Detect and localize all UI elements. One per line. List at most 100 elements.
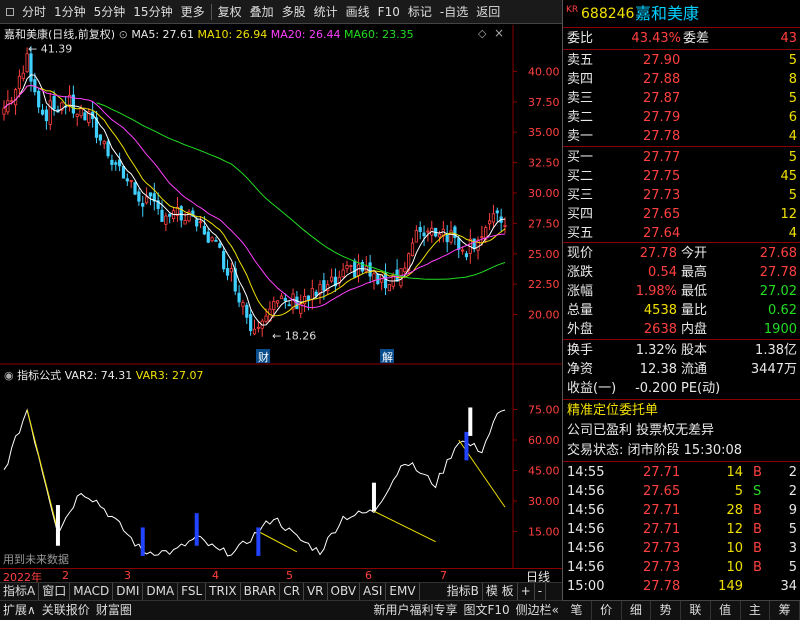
sidebar-toggle-button[interactable]: 侧边栏« xyxy=(513,601,562,620)
status-bar: 扩展∧ 关联报价 财富圈 新用户福利专享 图文F10 侧边栏« xyxy=(0,600,562,620)
f10-button[interactable]: F10 xyxy=(374,0,404,24)
stat-label: 内盘 xyxy=(681,322,708,337)
tab-brar[interactable]: BRAR xyxy=(241,583,281,600)
quote-tab[interactable]: 笔 xyxy=(562,601,592,620)
month-label: 5 xyxy=(286,569,293,582)
remove-watchlist-button[interactable]: -自选 xyxy=(436,0,472,24)
settings-circle-icon[interactable]: ⊙ xyxy=(119,28,128,41)
wealth-circle-button[interactable]: 财富圈 xyxy=(93,601,135,620)
expand-button[interactable]: 扩展∧ xyxy=(0,601,39,620)
tick-row: 14:56 27.65 5 S 2 xyxy=(563,482,800,501)
bid-row: 买五 27.64 4 xyxy=(563,224,800,243)
draw-line-button[interactable]: 画线 xyxy=(342,0,374,24)
multi-stock-button[interactable]: 多股 xyxy=(278,0,310,24)
diamond-icon[interactable]: ◇ xyxy=(478,27,486,40)
quote-tab[interactable]: 价 xyxy=(592,601,622,620)
quote-tab[interactable]: 筹 xyxy=(770,601,800,620)
tick-volume: 10 xyxy=(726,541,743,556)
tab-macd[interactable]: MACD xyxy=(70,583,114,600)
tab-trix[interactable]: TRIX xyxy=(206,583,241,600)
candle-body xyxy=(310,288,314,300)
stat-label: 最高 xyxy=(681,265,708,280)
tab-dmi[interactable]: DMI xyxy=(113,583,144,600)
candle-body xyxy=(302,295,307,305)
ask-row: 卖五 27.90 5 xyxy=(563,51,800,70)
stat-label: 今开 xyxy=(681,246,708,261)
mark-button[interactable]: 标记 xyxy=(404,0,436,24)
tab-dma[interactable]: DMA xyxy=(143,583,179,600)
close-icon[interactable]: × xyxy=(494,26,504,40)
back-button[interactable]: 返回 xyxy=(472,0,504,24)
candle-body xyxy=(464,253,469,258)
candle-body xyxy=(40,109,45,115)
overlay-button[interactable]: 叠加 xyxy=(246,0,278,24)
candle-body xyxy=(457,238,461,250)
tab-vr[interactable]: VR xyxy=(304,583,328,600)
candle-body xyxy=(10,100,14,103)
market-badge: KR xyxy=(566,5,579,15)
indicator-chart[interactable]: 75.00 60.00 45.00 30.00 15.00 xyxy=(0,365,562,568)
price-tick-label: 27.50 xyxy=(528,217,560,230)
bid-price: 27.64 xyxy=(643,226,681,241)
fund-label: 换手 xyxy=(567,343,594,358)
quote-tab[interactable]: 值 xyxy=(711,601,741,620)
tab-template[interactable]: 模 板 xyxy=(483,583,518,600)
stat-value: 27.78 xyxy=(759,265,797,280)
bid-price: 27.65 xyxy=(643,207,681,222)
quote-tab[interactable]: 主 xyxy=(741,601,771,620)
tab-fsl[interactable]: FSL xyxy=(178,583,207,600)
tab-window[interactable]: 窗口 xyxy=(39,583,71,600)
var3-label: VAR3: 27.07 xyxy=(135,369,204,382)
indicator-menu-icon[interactable]: ◉ xyxy=(4,369,14,382)
stat-row: 涨幅 1.98% 最低 27.02 xyxy=(563,282,800,301)
candle-body xyxy=(168,213,172,217)
tab-cr[interactable]: CR xyxy=(280,583,304,600)
add-button[interactable]: + xyxy=(518,583,535,600)
tick-time: 14:56 xyxy=(567,522,605,537)
quote-tab[interactable]: 势 xyxy=(651,601,681,620)
fund-label: PE(动) xyxy=(681,381,721,396)
candle-body xyxy=(210,237,214,242)
candle-body xyxy=(141,202,145,207)
candle-body xyxy=(249,314,253,332)
quote-tab[interactable]: 联 xyxy=(681,601,711,620)
tick-side: B xyxy=(753,541,762,556)
tab-indicator-b[interactable]: 指标B xyxy=(444,583,483,600)
promo-banner[interactable]: 精准定位委托单 xyxy=(563,401,800,420)
tick-count: 34 xyxy=(780,579,797,594)
remove-button[interactable]: - xyxy=(535,583,547,600)
candle-body xyxy=(283,297,287,302)
candle-body xyxy=(25,53,29,73)
tab-1min[interactable]: 1分钟 xyxy=(50,0,90,24)
candle-body xyxy=(48,100,52,125)
candle-body xyxy=(306,295,311,301)
candle-body xyxy=(376,273,380,285)
quote-tab[interactable]: 细 xyxy=(622,601,652,620)
tick-count: 3 xyxy=(788,541,797,556)
stats-button[interactable]: 统计 xyxy=(310,0,342,24)
indicator-tick-label: 30.00 xyxy=(528,495,560,508)
fuquan-button[interactable]: 复权 xyxy=(214,0,246,24)
candle-body xyxy=(245,304,249,318)
tab-indicator-a[interactable]: 指标A xyxy=(0,583,40,600)
fund-value: 1.38亿 xyxy=(755,343,797,358)
tab-emv[interactable]: EMV xyxy=(386,583,420,600)
tab-5min[interactable]: 5分钟 xyxy=(90,0,130,24)
f10-graphic-button[interactable]: 图文F10 xyxy=(460,601,512,620)
candle-body xyxy=(241,302,245,307)
tab-obv[interactable]: OBV xyxy=(328,583,361,600)
tab-15min[interactable]: 15分钟 xyxy=(129,0,176,24)
candle-body xyxy=(403,267,407,273)
candlestick-chart[interactable]: 40.00 37.50 35.00 32.50 30.00 27.50 25.00 22.50… xyxy=(0,25,562,365)
candle-body xyxy=(341,269,345,278)
stat-row: 总量 4538 量比 0.62 xyxy=(563,301,800,320)
ask-label: 卖三 xyxy=(567,91,594,106)
new-user-benefit-link[interactable]: 新用户福利专享 xyxy=(370,601,460,620)
tab-asi[interactable]: ASI xyxy=(360,583,387,600)
tick-row: 14:56 27.71 28 B 9 xyxy=(563,501,800,520)
price-tick-label: 22.50 xyxy=(528,278,560,291)
related-quote-button[interactable]: 关联报价 xyxy=(39,601,93,620)
tab-more[interactable]: 更多 xyxy=(177,0,209,24)
candle-body xyxy=(214,239,218,242)
tab-fenshi[interactable]: 分时 xyxy=(18,0,50,24)
